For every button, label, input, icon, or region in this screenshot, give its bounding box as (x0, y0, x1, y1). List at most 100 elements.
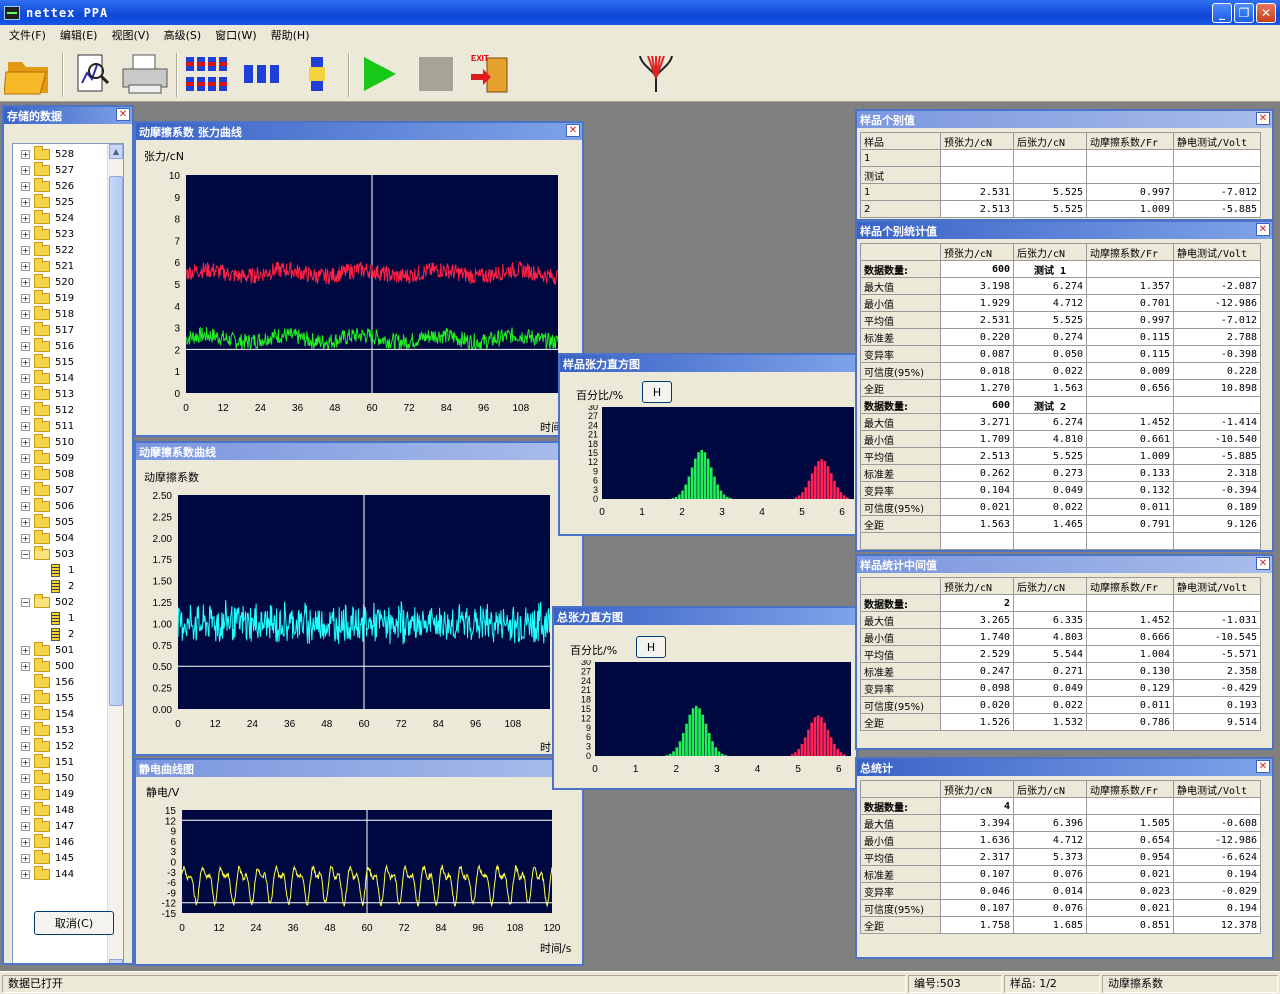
expand-icon[interactable]: + (21, 405, 30, 415)
expand-icon[interactable]: + (21, 789, 30, 799)
table-cell: -7.012 (1173, 311, 1261, 329)
expand-icon[interactable]: + (21, 837, 30, 847)
folder-icon (34, 801, 50, 816)
stop-button[interactable] (414, 51, 458, 97)
table-cell (1013, 149, 1087, 167)
expand-icon[interactable]: + (21, 741, 30, 751)
expand-icon[interactable]: + (21, 341, 30, 351)
expand-icon[interactable]: + (21, 693, 30, 703)
expand-icon[interactable]: + (21, 821, 30, 831)
close-icon[interactable]: ✕ (1256, 557, 1270, 570)
expand-icon[interactable]: + (21, 661, 30, 671)
table-cell: 5.525 (1013, 183, 1087, 201)
total-hist-h-button[interactable]: H (636, 636, 666, 658)
triple-spool-button[interactable] (240, 51, 284, 97)
folder-icon (34, 465, 50, 480)
start-button[interactable] (356, 51, 402, 97)
y-tick-label: 0 (174, 389, 180, 400)
close-icon[interactable]: ✕ (566, 124, 580, 137)
expand-icon[interactable]: + (21, 165, 30, 175)
expand-icon[interactable]: + (21, 149, 30, 159)
minimize-button[interactable]: _ (1212, 3, 1232, 23)
expand-icon[interactable]: + (21, 805, 30, 815)
expand-icon[interactable]: + (21, 293, 30, 303)
expand-icon[interactable]: + (21, 437, 30, 447)
expand-icon[interactable]: + (21, 389, 30, 399)
tree-item-label: 156 (55, 676, 75, 688)
table-cell: 0.997 (1086, 183, 1174, 201)
histogram-bar (701, 714, 705, 756)
yarn-button[interactable] (632, 51, 680, 97)
y-tick-label: -6 (167, 878, 176, 889)
expand-icon[interactable]: + (21, 181, 30, 191)
expand-icon[interactable]: + (21, 533, 30, 543)
menu-edit[interactable]: 编辑(E) (53, 27, 105, 43)
expand-icon[interactable]: + (21, 709, 30, 719)
close-icon[interactable]: ✕ (1256, 223, 1270, 236)
expand-icon[interactable]: + (21, 373, 30, 383)
maximize-button[interactable]: ❐ (1234, 3, 1254, 23)
expand-icon[interactable]: + (21, 485, 30, 495)
expand-icon[interactable]: + (21, 357, 30, 367)
expand-icon[interactable]: + (21, 645, 30, 655)
close-icon[interactable]: ✕ (116, 108, 130, 121)
tree-scrollbar[interactable]: ▲ ▼ (107, 144, 123, 963)
expand-icon[interactable]: − (21, 549, 30, 559)
tree-item-label: 528 (55, 148, 75, 160)
single-spool-button[interactable] (300, 51, 334, 97)
expand-icon[interactable]: + (21, 325, 30, 335)
histogram-bar (711, 741, 714, 756)
expand-icon[interactable]: + (21, 501, 30, 511)
expand-icon[interactable]: + (21, 245, 30, 255)
menu-advanced[interactable]: 高级(S) (157, 27, 209, 43)
exit-button[interactable]: EXIT (466, 51, 514, 97)
print-button[interactable] (118, 51, 172, 97)
menu-help[interactable]: 帮助(H) (264, 27, 317, 43)
table-cell: 5.525 (1013, 447, 1087, 465)
data-tree: +528 +527 +526 +525 +524 +523 +522 +521 +520 +519… (12, 143, 124, 963)
y-tick-label: 18 (588, 439, 598, 449)
close-button[interactable]: ✕ (1256, 3, 1276, 23)
expand-icon[interactable]: + (21, 213, 30, 223)
expand-icon[interactable]: + (21, 453, 30, 463)
table-cell: 1.357 (1086, 277, 1174, 295)
scroll-down-icon[interactable]: ▼ (109, 959, 123, 963)
expand-icon[interactable]: + (21, 469, 30, 479)
expand-icon[interactable]: + (21, 309, 30, 319)
histogram-bar (713, 476, 716, 499)
histogram-bar (798, 495, 801, 499)
expand-icon[interactable]: + (21, 773, 30, 783)
close-icon[interactable]: ✕ (1256, 760, 1270, 773)
expand-icon[interactable]: + (21, 261, 30, 271)
expand-icon[interactable]: + (21, 757, 30, 767)
expand-icon[interactable]: + (21, 853, 30, 863)
expand-icon[interactable]: + (21, 277, 30, 287)
expand-icon[interactable]: + (21, 229, 30, 239)
multi-spool-button[interactable] (182, 51, 232, 97)
table-cell (1086, 797, 1174, 815)
expand-icon[interactable]: + (21, 197, 30, 207)
expand-icon[interactable]: + (21, 517, 30, 527)
close-icon[interactable]: ✕ (1256, 112, 1270, 125)
x-tick-label: 0 (175, 719, 181, 730)
sample-hist-h-button[interactable]: H (642, 381, 672, 403)
histogram-bar (685, 723, 688, 756)
table-cell: 1.004 (1086, 645, 1174, 663)
expand-icon[interactable]: + (21, 869, 30, 879)
cancel-button[interactable]: 取消(C) (34, 911, 114, 935)
y-tick-label: -12 (162, 899, 177, 910)
menu-view[interactable]: 视图(V) (104, 27, 156, 43)
scroll-up-icon[interactable]: ▲ (109, 144, 123, 159)
open-folder-button[interactable] (3, 51, 55, 97)
report-preview-button[interactable] (72, 51, 112, 97)
table-cell (1086, 532, 1174, 550)
menu-window[interactable]: 窗口(W) (208, 27, 263, 43)
x-tick-label: 84 (435, 923, 447, 934)
expand-icon[interactable]: − (21, 597, 30, 607)
expand-icon[interactable]: + (21, 725, 30, 735)
open-folder-icon (4, 62, 48, 95)
scroll-thumb[interactable] (109, 176, 123, 706)
menu-file[interactable]: 文件(F) (2, 27, 53, 43)
expand-icon[interactable]: + (21, 421, 30, 431)
table-cell: -0.398 (1173, 345, 1261, 363)
